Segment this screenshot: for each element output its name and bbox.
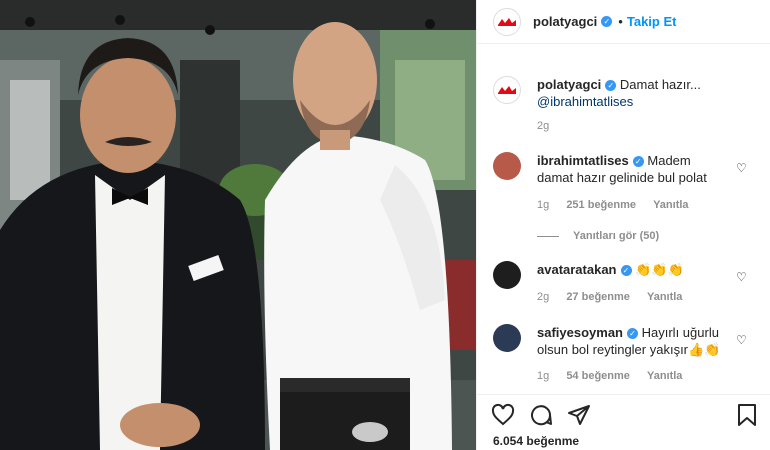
comment-age[interactable]: 1g (537, 370, 549, 382)
comment-body: ibrahimtatlises ✓ Madem damat hazır gelin… (537, 152, 727, 186)
comment-avatar[interactable] (493, 261, 521, 289)
comment-heart-icon[interactable]: ♡ (736, 161, 748, 175)
comment-age[interactable]: 1g (537, 199, 549, 211)
comment-reply-button[interactable]: Yanıtla (647, 370, 682, 382)
replies-line (537, 235, 559, 237)
comment-meta: 1g 251 beğenme Yanıtla (537, 199, 703, 211)
post-panel: polatyagci ✓ • Takip Et polatyagci ✓ Dama… (476, 0, 770, 450)
action-bar: 6.054 beğenme (477, 394, 770, 450)
comment-likes[interactable]: 251 beğenme (566, 199, 636, 211)
comment-heart-icon[interactable]: ♡ (736, 333, 748, 347)
comment-username[interactable]: avataratakan (537, 262, 617, 277)
comment-body: safiyesoyman ✓ Hayırlı uğurlu olsun bol r… (537, 324, 727, 358)
comment-meta: 2g 27 beğenme Yanıtla (537, 291, 696, 303)
verified-badge-icon: ✓ (627, 328, 638, 339)
verified-badge-icon: ✓ (605, 80, 617, 91)
comment-age[interactable]: 2g (537, 291, 549, 303)
comment-username[interactable]: safiyesoyman (537, 325, 623, 340)
instagram-post: polatyagci ✓ • Takip Et polatyagci ✓ Dama… (0, 0, 770, 450)
caption-mention[interactable]: @ibrahimtatlises (537, 94, 633, 109)
bookmark-icon[interactable] (736, 403, 758, 427)
comment-likes[interactable]: 54 beğenme (566, 370, 630, 382)
verified-badge-icon: ✓ (632, 156, 644, 167)
caption-username[interactable]: polatyagci (537, 77, 601, 92)
comment-text: 👏👏👏 (635, 262, 684, 277)
share-icon[interactable] (567, 403, 591, 427)
action-icons (491, 403, 591, 427)
comment-avatar[interactable] (493, 324, 521, 352)
caption-text: Damat hazır... (619, 77, 701, 92)
comment-icon[interactable] (529, 403, 553, 427)
caption-age[interactable]: 2g (537, 120, 549, 132)
photo-illustration (0, 0, 476, 450)
post-photo[interactable] (0, 0, 476, 450)
follow-button[interactable]: Takip Et (627, 14, 677, 29)
comment-body: avataratakan ✓ 👏👏👏 (537, 261, 727, 278)
caption-meta: 2g (537, 120, 563, 132)
likes-count[interactable]: 6.054 beğenme (493, 434, 579, 448)
comment-reply-button[interactable]: Yanıtla (653, 199, 688, 211)
caption-body: polatyagci ✓ Damat hazır... @ibrahimtatli… (537, 76, 747, 110)
verified-badge-icon: ✓ (620, 265, 632, 276)
comment-avatar[interactable] (493, 152, 521, 180)
verified-badge-icon: ✓ (601, 16, 613, 27)
author-avatar[interactable] (493, 7, 521, 36)
author-username[interactable]: polatyagci (533, 14, 597, 29)
comment-username[interactable]: ibrahimtatlises (537, 153, 629, 168)
view-replies-label: Yanıtları gör (50) (573, 230, 660, 242)
comment-meta: 1g 54 beğenme Yanıtla (537, 370, 696, 382)
separator-dot: • (618, 14, 623, 29)
comments-list[interactable]: polatyagci ✓ Damat hazır... @ibrahimtatli… (477, 44, 770, 394)
comment-likes[interactable]: 27 beğenme (566, 291, 630, 303)
comment-reply-button[interactable]: Yanıtla (647, 291, 682, 303)
view-replies-button[interactable]: Yanıtları gör (50) (537, 230, 659, 242)
flag-logo-icon (498, 86, 516, 94)
caption-avatar[interactable] (493, 76, 521, 104)
post-header: polatyagci ✓ • Takip Et (477, 0, 770, 44)
flag-logo-icon (496, 14, 518, 29)
comment-heart-icon[interactable]: ♡ (736, 270, 748, 284)
heart-icon[interactable] (491, 403, 515, 427)
